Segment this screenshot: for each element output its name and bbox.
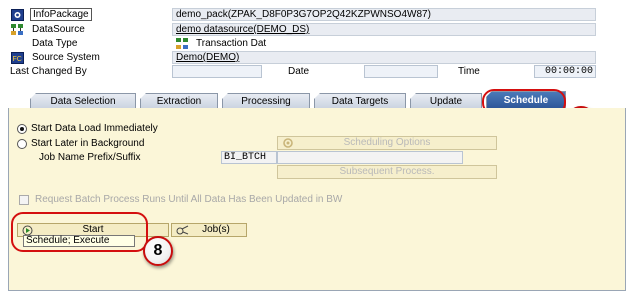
tab-data-selection[interactable]: Data Selection <box>30 93 136 109</box>
request-batch-checkbox[interactable] <box>19 195 29 205</box>
date-field <box>364 65 438 78</box>
start-later-radio[interactable] <box>17 139 27 149</box>
datasource-row: DataSource demo datasource(DEMO_DS) <box>8 23 596 37</box>
source-system-icon: FC <box>11 52 24 64</box>
last-changed-row: Last Changed By Date Time 00:00:00 <box>8 65 596 79</box>
datasource-value[interactable]: demo datasource(DEMO_DS) <box>172 23 596 36</box>
data-type-row: Data Type Transaction Dat <box>8 37 596 51</box>
start-later-label: Start Later in Background <box>31 138 145 149</box>
transaction-data-icon <box>176 38 189 50</box>
infopackage-value: demo_pack(ZPAK_D8F0P3G7OP2Q42KZPWNSO4W87… <box>172 8 596 21</box>
request-batch-label: Request Batch Process Runs Until All Dat… <box>35 194 343 205</box>
source-system-label: Source System <box>32 52 100 63</box>
tab-processing[interactable]: Processing <box>222 93 310 109</box>
tab-data-targets[interactable]: Data Targets <box>314 93 406 109</box>
step-8-marker: 8 <box>143 236 173 266</box>
jobs-button-label: Job(s) <box>202 224 230 235</box>
start-immediately-label: Start Data Load Immediately <box>31 123 158 134</box>
tab-extraction[interactable]: Extraction <box>140 93 218 109</box>
subsequent-process-button[interactable]: Subsequent Process. <box>277 165 497 179</box>
job-name-label: Job Name Prefix/Suffix <box>39 152 141 163</box>
infopackage-row: InfoPackage demo_pack(ZPAK_D8F0P3G7OP2Q4… <box>8 8 596 22</box>
svg-text:FC: FC <box>13 56 22 63</box>
date-label: Date <box>288 66 310 77</box>
data-type-label: Data Type <box>32 38 78 49</box>
start-immediately-radio[interactable] <box>17 124 27 134</box>
start-button-highlight <box>11 212 148 252</box>
scheduling-options-button[interactable]: Scheduling Options <box>277 136 497 150</box>
job-name-suffix-field <box>277 151 463 164</box>
last-changed-by-label: Last Changed By <box>10 66 87 77</box>
last-changed-by-field <box>172 65 262 78</box>
schedule-panel: Start Data Load Immediately Start Later … <box>8 108 626 291</box>
time-label: Time <box>458 66 480 77</box>
scheduling-options-label: Scheduling Options <box>343 137 431 148</box>
source-system-value[interactable]: Demo(DEMO) <box>172 51 596 64</box>
data-type-value: Transaction Dat <box>196 38 267 49</box>
time-field: 00:00:00 <box>534 65 596 78</box>
jobs-button[interactable]: Job(s) <box>171 223 247 237</box>
source-system-row: FC Source System Demo(DEMO) <box>8 51 596 65</box>
datasource-icon <box>11 24 24 36</box>
datasource-label: DataSource <box>32 24 85 35</box>
job-name-prefix-field: BI_BTCH <box>221 151 277 164</box>
infopackage-label: InfoPackage <box>30 8 92 21</box>
tab-update[interactable]: Update <box>410 93 482 109</box>
jobs-icon <box>176 225 190 240</box>
infopackage-icon <box>11 9 24 21</box>
